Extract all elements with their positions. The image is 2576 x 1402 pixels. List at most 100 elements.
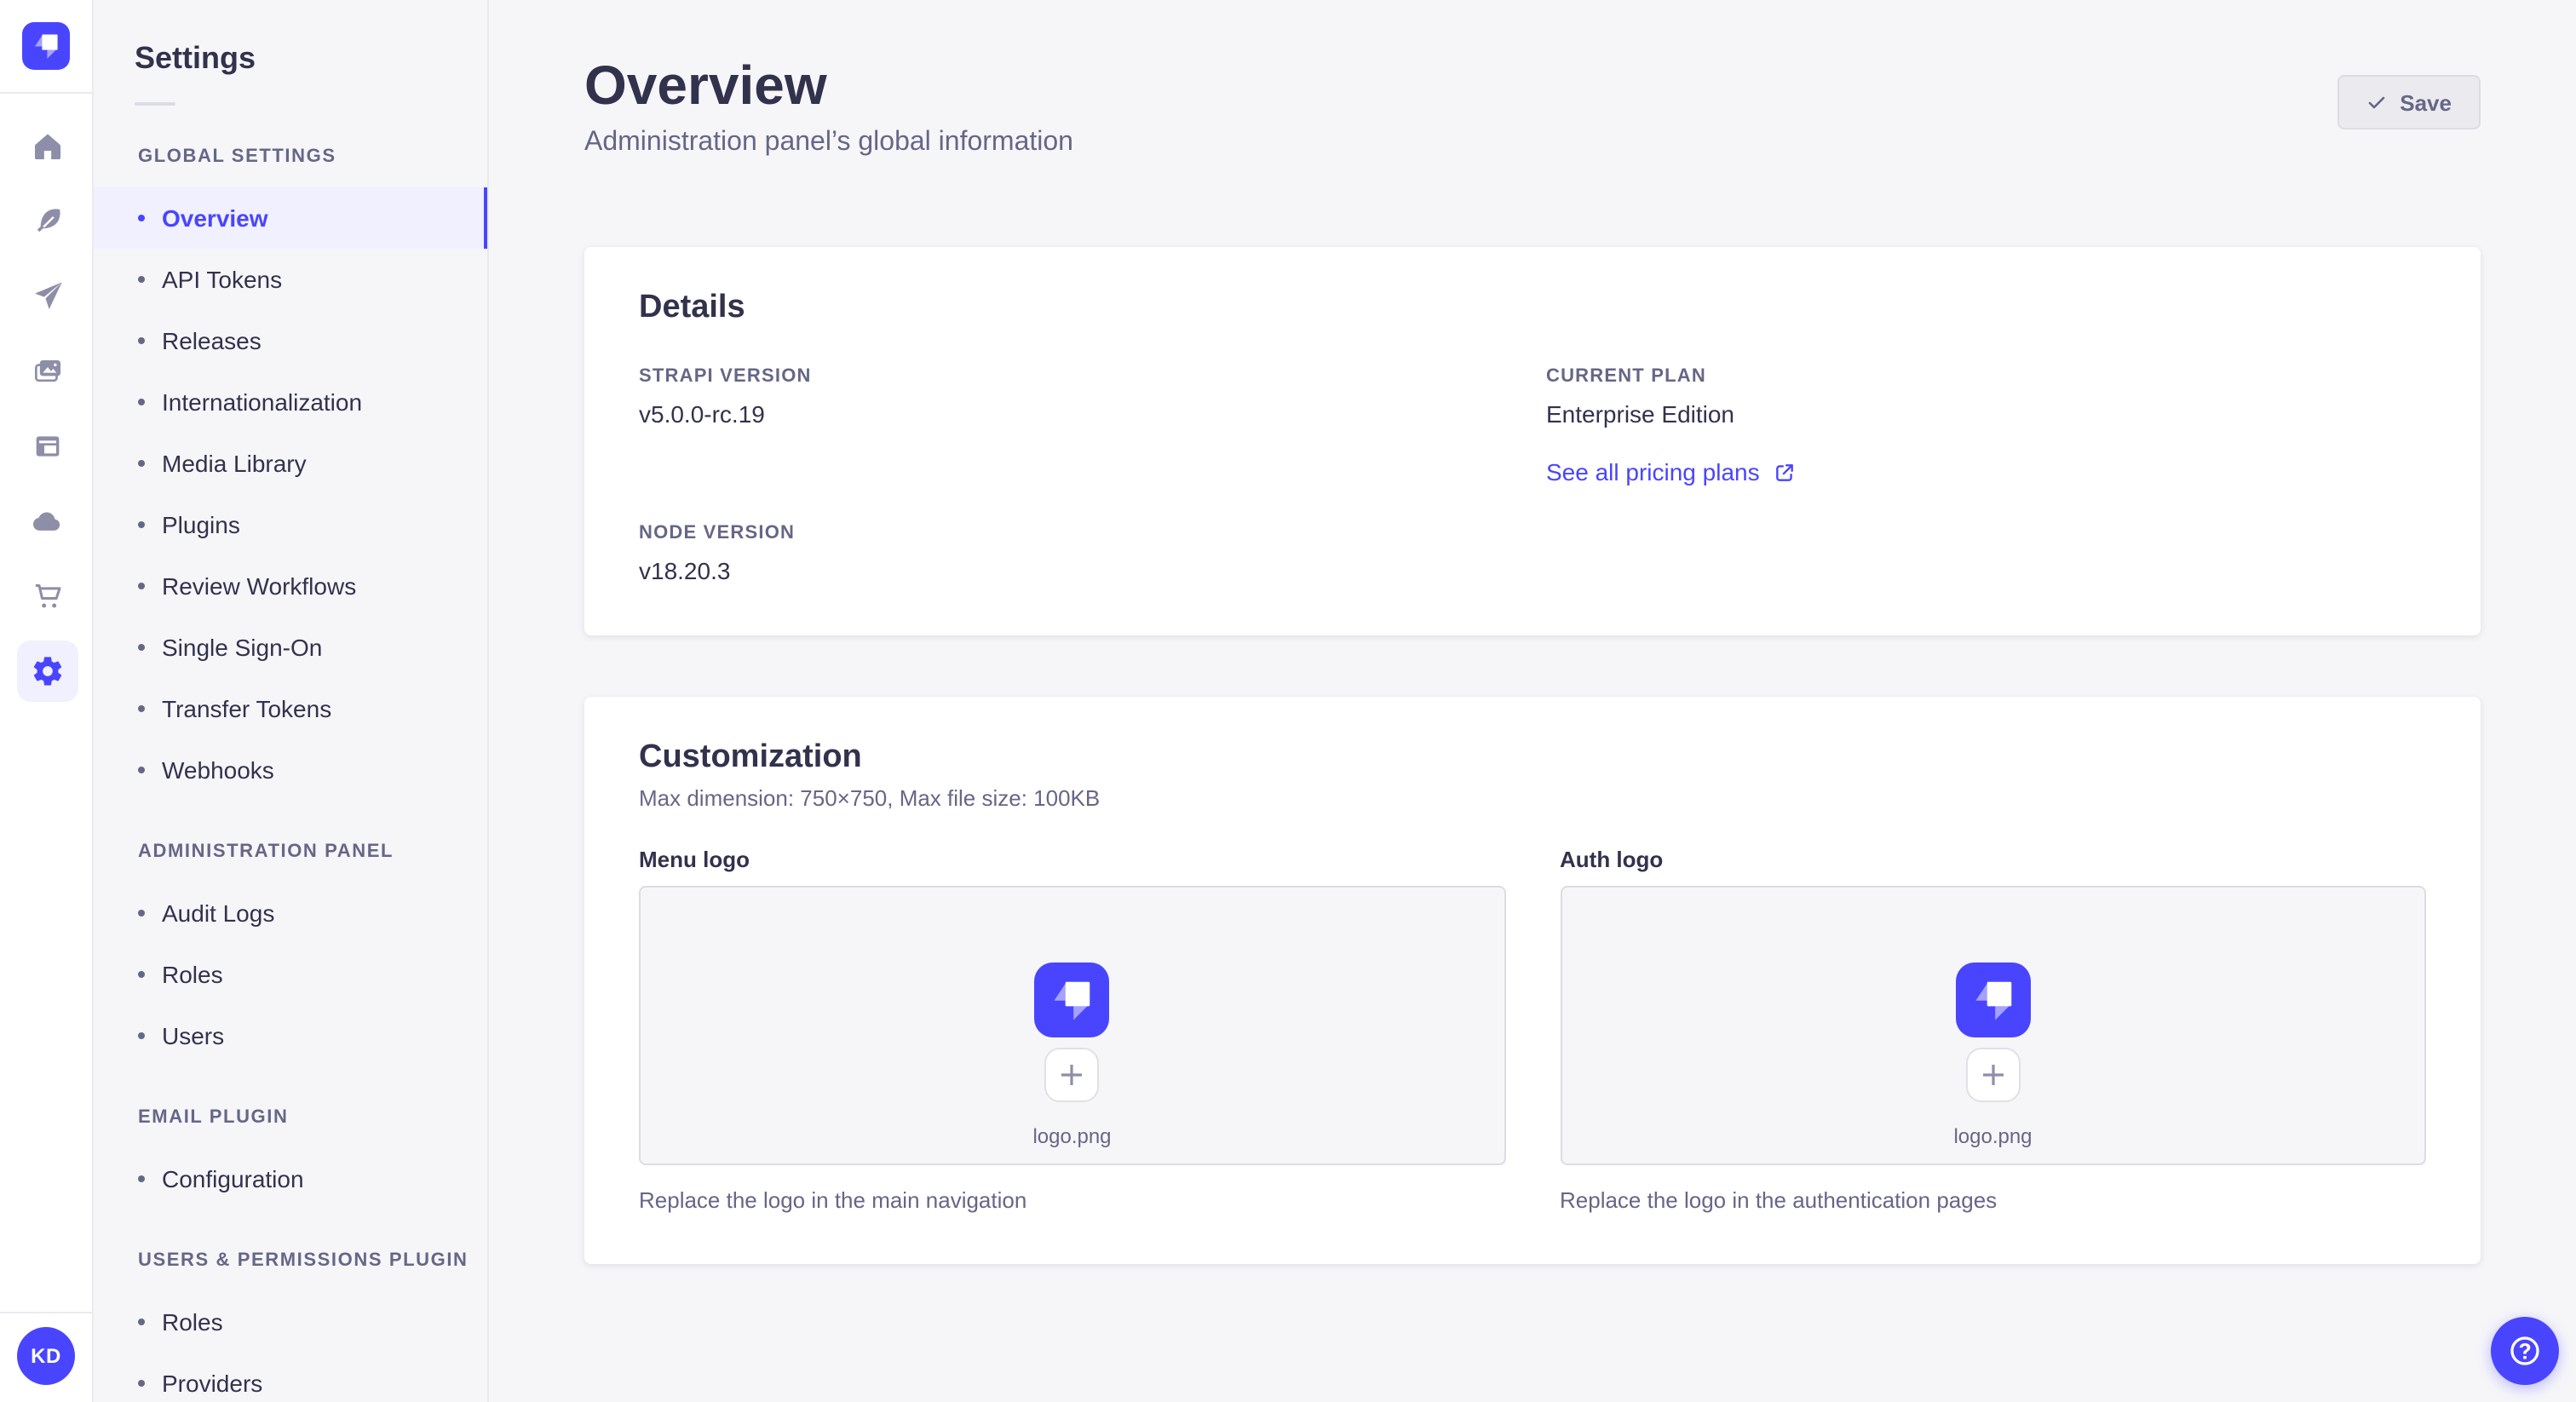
logo-filename: logo.png xyxy=(1032,1124,1112,1148)
settings-nav-item-label: Media Library xyxy=(162,450,307,477)
logo-caption: Replace the logo in the main navigation xyxy=(639,1187,1027,1213)
bullet-icon xyxy=(138,644,145,651)
strapi-logo-preview xyxy=(1955,962,2031,1037)
nav-content-manager[interactable] xyxy=(0,184,94,259)
auth-logo-label: Auth logo xyxy=(1560,847,1664,872)
nav-media-library[interactable] xyxy=(0,334,94,409)
bullet-icon xyxy=(138,337,145,344)
customization-card-title: Customization xyxy=(639,739,862,775)
settings-nav-section: GLOBAL SETTINGS Overview API Tokens Rele… xyxy=(94,143,487,801)
settings-nav-item-configuration[interactable]: Configuration xyxy=(94,1148,487,1210)
settings-nav-item-roles[interactable]: Roles xyxy=(94,944,487,1005)
logo-filename: logo.png xyxy=(1953,1124,2033,1148)
settings-nav-item-label: API Tokens xyxy=(162,266,283,293)
settings-nav-section: ADMINISTRATION PANEL Audit Logs Roles Us… xyxy=(94,838,487,1066)
settings-nav-item-providers[interactable]: Providers xyxy=(94,1353,487,1402)
bullet-icon xyxy=(138,1032,145,1039)
settings-nav-item-label: Roles xyxy=(162,961,223,988)
bullet-icon xyxy=(138,276,145,283)
settings-nav-item-single-sign-on[interactable]: Single Sign-On xyxy=(94,617,487,678)
plus-icon xyxy=(1982,1065,2004,1085)
bullet-icon xyxy=(138,910,145,916)
main-nav-rail: KD xyxy=(0,0,94,1402)
page-title: Overview xyxy=(584,55,827,116)
settings-nav-item-media-library[interactable]: Media Library xyxy=(94,433,487,494)
node-version-field: NODE VERSION v18.20.3 xyxy=(639,523,796,584)
customization-card: Customization Max dimension: 750×750, Ma… xyxy=(584,697,2481,1264)
page-subtitle: Administration panel’s global informatio… xyxy=(584,128,1073,157)
settings-nav-item-label: Roles xyxy=(162,1308,223,1336)
media-images-icon xyxy=(33,360,60,382)
main-content: Overview Administration panel’s global i… xyxy=(489,0,2576,1402)
bullet-icon xyxy=(138,767,145,773)
settings-nav-item-overview[interactable]: Overview xyxy=(94,187,487,249)
strapi-version-field: STRAPI VERSION v5.0.0-rc.19 xyxy=(639,366,812,428)
settings-sidebar-title: Settings xyxy=(135,41,256,75)
add-logo-button[interactable] xyxy=(1965,1048,2021,1102)
settings-nav-item-webhooks[interactable]: Webhooks xyxy=(94,739,487,801)
question-mark-icon xyxy=(2510,1336,2539,1365)
settings-nav-item-users[interactable]: Users xyxy=(94,1005,487,1066)
auth-logo-upload-block: Auth logo logo.png Replace the logo in t… xyxy=(1560,845,2426,1216)
nav-releases[interactable] xyxy=(0,259,94,334)
pricing-plans-link[interactable]: See all pricing plans xyxy=(1546,455,1796,489)
bullet-icon xyxy=(138,1175,145,1182)
settings-section-label-email-plugin: EMAIL PLUGIN xyxy=(138,1107,289,1128)
cart-icon xyxy=(34,584,60,608)
settings-nav-item-label: Internationalization xyxy=(162,388,363,416)
bullet-icon xyxy=(138,215,145,221)
nav-settings[interactable] xyxy=(0,634,94,709)
settings-nav-item-plugins[interactable]: Plugins xyxy=(94,494,487,555)
external-link-icon xyxy=(1775,463,1793,480)
settings-nav-item-roles[interactable]: Roles xyxy=(94,1291,487,1353)
settings-active-pill xyxy=(16,641,78,702)
settings-nav-item-releases[interactable]: Releases xyxy=(94,310,487,371)
help-button[interactable] xyxy=(2491,1317,2559,1385)
settings-nav-section: EMAIL PLUGIN Configuration xyxy=(94,1104,487,1210)
details-card: Details STRAPI VERSION v5.0.0-rc.19 CURR… xyxy=(584,247,2481,635)
bullet-icon xyxy=(138,583,145,589)
gear-icon xyxy=(32,657,61,686)
settings-section-label-global-settings: GLOBAL SETTINGS xyxy=(138,147,336,167)
settings-nav-item-label: Releases xyxy=(162,327,262,354)
rail-bottom-divider xyxy=(0,1312,92,1313)
nav-marketplace[interactable] xyxy=(0,559,94,634)
settings-sidebar: Settings GLOBAL SETTINGS Overview API To… xyxy=(94,0,489,1402)
logo-dropzone[interactable]: logo.png xyxy=(1560,886,2426,1165)
nav-deploy[interactable] xyxy=(0,484,94,559)
strapi-logo-preview xyxy=(1034,962,1110,1037)
bullet-icon xyxy=(138,521,145,528)
settings-nav-item-audit-logs[interactable]: Audit Logs xyxy=(94,882,487,944)
logo-caption: Replace the logo in the authentication p… xyxy=(1560,1187,1998,1213)
settings-nav-item-label: Webhooks xyxy=(162,756,274,784)
details-card-title: Details xyxy=(639,290,745,325)
title-divider xyxy=(135,102,175,106)
home-icon xyxy=(34,134,60,159)
user-avatar[interactable]: KD xyxy=(17,1327,75,1385)
settings-nav-section: USERS & PERMISSIONS PLUGIN Roles Provide… xyxy=(94,1247,487,1402)
settings-nav-item-label: Review Workflows xyxy=(162,572,357,600)
nav-home[interactable] xyxy=(0,109,94,184)
nav-content-type-builder[interactable] xyxy=(0,409,94,484)
logo-dropzone[interactable]: logo.png xyxy=(639,886,1505,1165)
strapi-glyph-icon xyxy=(1054,981,1090,1020)
settings-nav-item-internationalization[interactable]: Internationalization xyxy=(94,371,487,433)
strapi-workspace-logo[interactable] xyxy=(22,22,70,70)
settings-nav-item-label: Transfer Tokens xyxy=(162,695,332,722)
bullet-icon xyxy=(138,399,145,405)
save-button[interactable]: Save xyxy=(2337,75,2481,129)
settings-nav-item-review-workflows[interactable]: Review Workflows xyxy=(94,555,487,617)
bullet-icon xyxy=(138,971,145,978)
bullet-icon xyxy=(138,460,145,467)
settings-nav-item-label: Configuration xyxy=(162,1165,304,1192)
settings-nav-item-label: Audit Logs xyxy=(162,899,275,927)
customization-subtitle: Max dimension: 750×750, Max file size: 1… xyxy=(639,785,1101,811)
cloud-icon xyxy=(32,512,60,531)
feather-icon xyxy=(36,209,60,233)
settings-section-label-users-permissions-plugin: USERS & PERMISSIONS PLUGIN xyxy=(138,1250,469,1271)
settings-nav-item-transfer-tokens[interactable]: Transfer Tokens xyxy=(94,678,487,739)
settings-nav-item-api-tokens[interactable]: API Tokens xyxy=(94,249,487,310)
strapi-glyph-icon xyxy=(34,34,58,59)
add-logo-button[interactable] xyxy=(1044,1048,1100,1102)
layout-icon xyxy=(35,436,59,457)
